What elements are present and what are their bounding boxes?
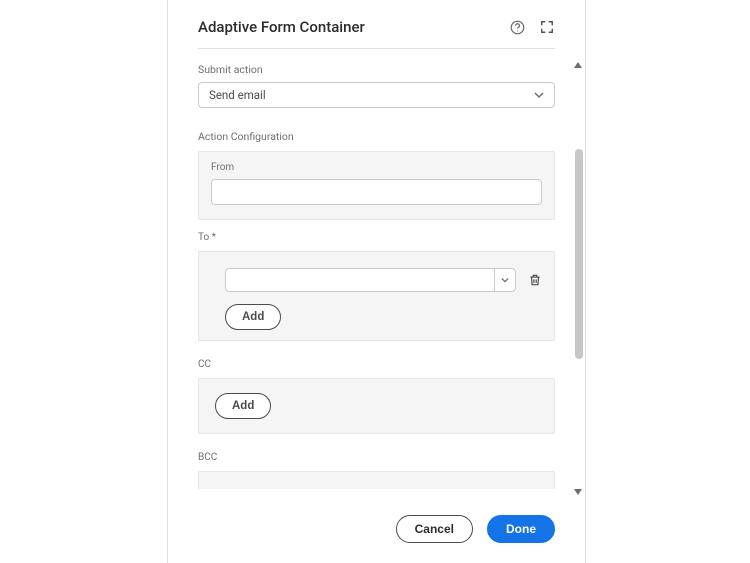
dialog-title: Adaptive Form Container <box>198 18 365 36</box>
to-input[interactable] <box>225 268 494 292</box>
to-combo-toggle[interactable] <box>494 268 516 292</box>
bcc-panel <box>198 471 555 489</box>
fullscreen-icon[interactable] <box>539 19 555 35</box>
header-actions <box>509 19 555 35</box>
action-config-label: Action Configuration <box>198 130 555 143</box>
from-input[interactable] <box>211 179 542 205</box>
chevron-down-icon <box>534 90 544 100</box>
add-cc-button[interactable]: Add <box>215 393 271 419</box>
bcc-label: BCC <box>198 452 555 463</box>
scroll-up-caret[interactable] <box>573 61 583 69</box>
submit-action-label: Submit action <box>198 63 555 76</box>
to-panel: Add <box>198 251 555 341</box>
done-button[interactable]: Done <box>487 515 555 543</box>
dialog-footer: Cancel Done <box>168 500 585 563</box>
dialog-container: Adaptive Form Container Submit action Se… <box>167 0 586 563</box>
from-panel: From <box>198 151 555 220</box>
add-to-button[interactable]: Add <box>225 304 281 330</box>
from-label: From <box>211 162 542 173</box>
cc-panel: Add <box>198 378 555 434</box>
submit-action-value: Send email <box>209 88 266 102</box>
scroll-area: Submit action Send email Action Configur… <box>198 49 555 500</box>
cc-label: CC <box>198 359 555 370</box>
cancel-button[interactable]: Cancel <box>396 515 473 543</box>
to-combo <box>225 268 516 292</box>
to-recipient-row <box>225 268 542 292</box>
scrollbar-thumb[interactable] <box>575 149 583 359</box>
dialog-header: Adaptive Form Container <box>198 0 555 49</box>
scroll-down-caret[interactable] <box>573 488 583 496</box>
to-label: To * <box>198 232 555 243</box>
dialog-body: Submit action Send email Action Configur… <box>168 49 585 500</box>
submit-action-select[interactable]: Send email <box>198 82 555 108</box>
trash-icon[interactable] <box>528 272 542 288</box>
help-icon[interactable] <box>509 19 525 35</box>
